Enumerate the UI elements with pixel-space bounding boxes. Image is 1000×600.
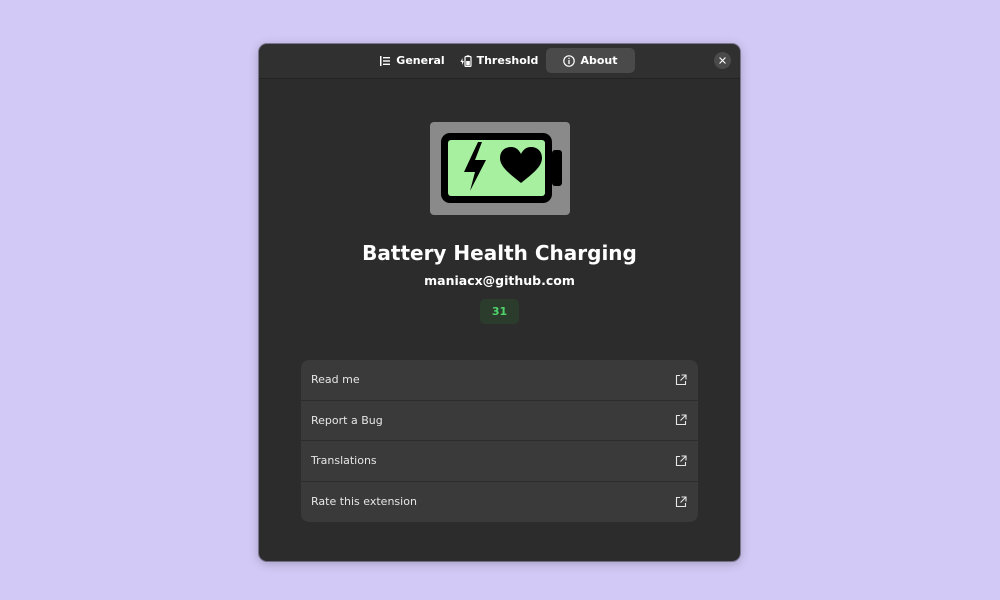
view-switcher: General Threshold About [372,48,635,73]
link-label: Translations [311,454,377,468]
tab-threshold-label: Threshold [476,54,539,67]
link-label: Read me [311,373,360,387]
list-icon [379,55,391,67]
links-list: Read me Report a Bug Translations Rate t… [301,360,698,522]
link-label: Rate this extension [311,495,417,509]
tab-threshold[interactable]: Threshold [456,48,542,73]
tab-about[interactable]: About [546,48,635,73]
external-link-icon [675,496,687,508]
tab-about-label: About [580,54,618,67]
close-button[interactable] [714,52,731,69]
external-link-icon [675,374,687,386]
info-icon [563,54,576,67]
battery-charge-icon [460,54,472,67]
app-name: Battery Health Charging [362,241,637,265]
preferences-window: General Threshold About Battery Health C… [259,44,740,561]
link-label: Report a Bug [311,413,383,427]
close-icon [719,57,726,64]
version-badge[interactable]: 31 [480,299,519,324]
external-link-icon [675,414,687,426]
tab-general[interactable]: General [372,48,452,73]
header-bar: General Threshold About [259,44,740,79]
link-translations[interactable]: Translations [301,441,698,482]
link-read-me[interactable]: Read me [301,360,698,401]
app-logo [430,122,570,215]
tab-general-label: General [396,54,445,67]
link-rate-extension[interactable]: Rate this extension [301,482,698,523]
developer-name: maniacx@github.com [424,273,575,288]
external-link-icon [675,455,687,467]
link-report-bug[interactable]: Report a Bug [301,401,698,441]
